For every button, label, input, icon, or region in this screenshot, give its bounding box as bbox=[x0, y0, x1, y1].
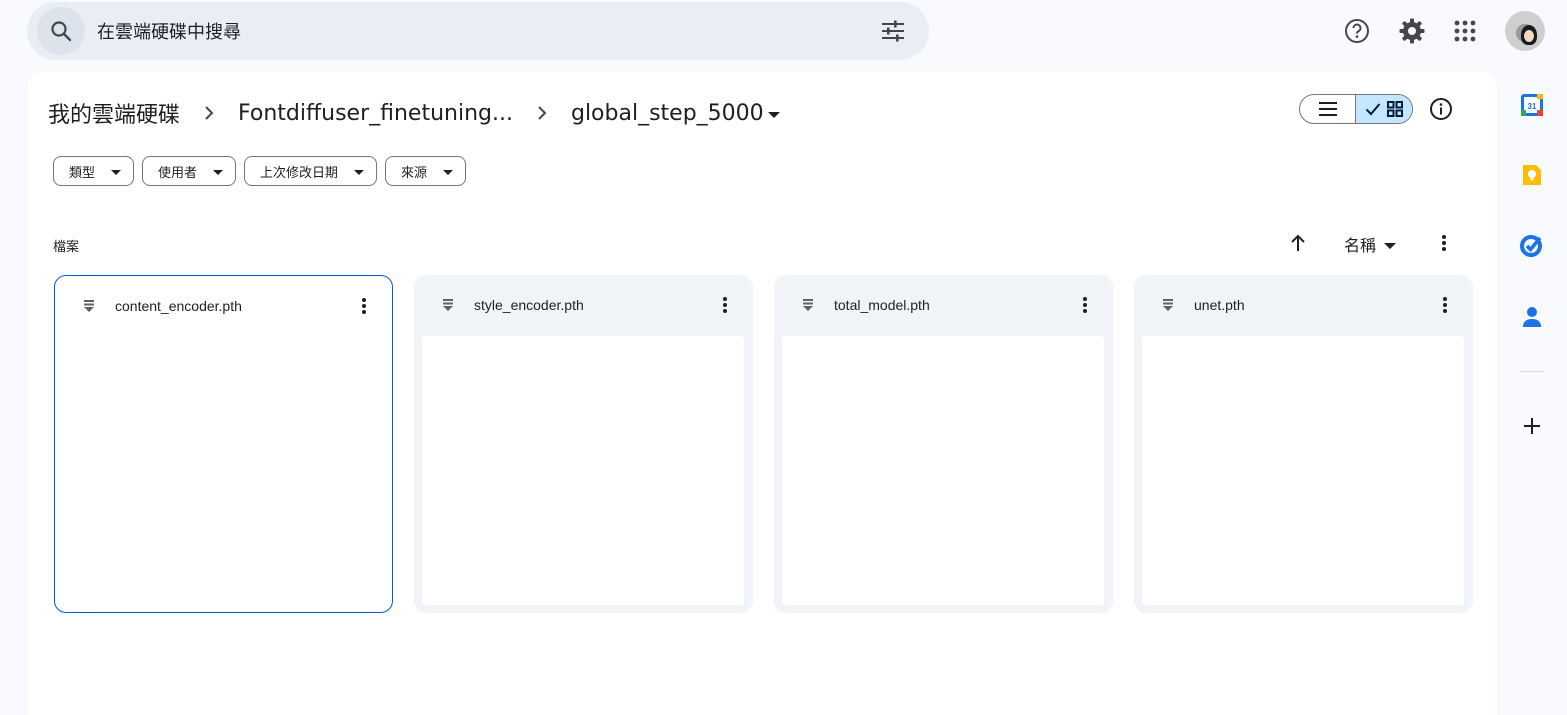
checkmark-icon bbox=[1365, 103, 1381, 116]
more-vert-icon bbox=[723, 297, 727, 313]
search-bar[interactable]: 在雲端硬碟中搜尋 bbox=[27, 2, 929, 60]
main-panel: 我的雲端硬碟 Fontdiffuser_finetuning... global… bbox=[28, 71, 1497, 715]
file-more-button[interactable] bbox=[713, 293, 737, 317]
caret-down-icon bbox=[443, 169, 454, 175]
chevron-right-icon bbox=[531, 102, 553, 124]
file-thumbnail bbox=[782, 336, 1104, 605]
add-app-button[interactable] bbox=[1518, 412, 1546, 440]
filter-people[interactable]: 使用者 bbox=[142, 156, 237, 186]
caret-down-icon bbox=[354, 169, 365, 175]
file-thumbnail bbox=[1142, 336, 1464, 605]
file-name: total_model.pth bbox=[834, 297, 930, 313]
apps-grid-icon bbox=[1454, 20, 1476, 42]
filter-modified[interactable]: 上次修改日期 bbox=[244, 156, 378, 186]
side-panel-divider bbox=[1519, 371, 1545, 372]
help-button[interactable] bbox=[1333, 7, 1381, 55]
search-input[interactable]: 在雲端硬碟中搜尋 bbox=[97, 18, 869, 44]
current-folder-name: global_step_5000 bbox=[570, 100, 764, 126]
settings-icon bbox=[1399, 18, 1425, 44]
contacts-icon bbox=[1523, 307, 1541, 327]
file-card-header: unet.pth bbox=[1134, 275, 1473, 335]
filter-type-label: 類型 bbox=[69, 165, 96, 181]
file-more-button[interactable] bbox=[1433, 293, 1457, 317]
keep-app-button[interactable] bbox=[1518, 161, 1546, 189]
list-view-button[interactable] bbox=[1300, 95, 1355, 123]
calendar-app-button[interactable]: 31 bbox=[1518, 91, 1546, 119]
breadcrumb-my-drive[interactable]: 我的雲端硬碟 bbox=[48, 93, 180, 133]
filter-people-label: 使用者 bbox=[158, 165, 198, 181]
caret-down-icon bbox=[111, 169, 122, 175]
settings-button[interactable] bbox=[1388, 7, 1436, 55]
caret-down-icon bbox=[213, 169, 224, 175]
file-more-button[interactable] bbox=[352, 294, 376, 318]
tune-icon bbox=[882, 20, 904, 42]
sort-by-button[interactable]: 名稱 bbox=[1344, 232, 1397, 256]
breadcrumb-current-folder[interactable]: global_step_5000 bbox=[571, 97, 780, 130]
sort-by-label: 名稱 bbox=[1344, 236, 1377, 255]
sort-direction-button[interactable] bbox=[1284, 229, 1312, 257]
calendar-icon: 31 bbox=[1521, 94, 1543, 116]
file-grid: content_encoder.pth style_encoder.pth to… bbox=[54, 275, 1473, 613]
details-button[interactable] bbox=[1426, 90, 1456, 128]
more-actions-button[interactable] bbox=[1430, 229, 1458, 257]
more-vert-icon bbox=[362, 298, 366, 314]
section-title-files: 檔案 bbox=[53, 240, 80, 255]
generic-file-icon bbox=[438, 295, 458, 315]
tasks-app-button[interactable] bbox=[1518, 231, 1546, 259]
search-icon bbox=[51, 21, 72, 42]
file-card-header: content_encoder.pth bbox=[55, 276, 392, 336]
file-card-header: style_encoder.pth bbox=[414, 275, 753, 335]
keep-icon bbox=[1523, 165, 1541, 185]
apps-button[interactable] bbox=[1441, 7, 1489, 55]
list-view-icon bbox=[1318, 102, 1337, 116]
filter-modified-label: 上次修改日期 bbox=[260, 165, 339, 181]
search-options-button[interactable] bbox=[869, 7, 917, 55]
arrow-up-icon bbox=[1291, 234, 1305, 251]
grid-view-button[interactable] bbox=[1355, 95, 1412, 123]
breadcrumb-parent-folder[interactable]: Fontdiffuser_finetuning... bbox=[238, 97, 513, 130]
file-card[interactable]: style_encoder.pth bbox=[414, 275, 753, 613]
generic-file-icon bbox=[798, 295, 818, 315]
search-button[interactable] bbox=[37, 7, 85, 55]
breadcrumb: 我的雲端硬碟 Fontdiffuser_finetuning... global… bbox=[48, 95, 780, 131]
grid-view-icon bbox=[1387, 101, 1403, 117]
file-card[interactable]: content_encoder.pth bbox=[54, 275, 393, 613]
generic-file-icon bbox=[1158, 295, 1178, 315]
file-card-header: total_model.pth bbox=[774, 275, 1113, 335]
file-more-button[interactable] bbox=[1073, 293, 1097, 317]
filter-source-label: 來源 bbox=[401, 165, 428, 181]
file-name: content_encoder.pth bbox=[115, 298, 242, 314]
more-vert-icon bbox=[1443, 297, 1447, 313]
file-card[interactable]: unet.pth bbox=[1134, 275, 1473, 613]
more-vert-icon bbox=[1083, 297, 1087, 313]
chevron-right-icon bbox=[198, 102, 220, 124]
file-name: unet.pth bbox=[1194, 297, 1245, 313]
help-icon bbox=[1345, 19, 1369, 43]
file-card[interactable]: total_model.pth bbox=[774, 275, 1113, 613]
contacts-app-button[interactable] bbox=[1518, 303, 1546, 331]
tasks-icon bbox=[1520, 235, 1542, 257]
caret-down-icon bbox=[767, 112, 780, 118]
file-thumbnail bbox=[62, 336, 384, 605]
more-vert-icon bbox=[1442, 235, 1446, 251]
generic-file-icon bbox=[79, 296, 99, 316]
caret-down-icon bbox=[1384, 243, 1397, 249]
file-thumbnail bbox=[422, 336, 744, 605]
file-name: style_encoder.pth bbox=[474, 297, 584, 313]
avatar-face bbox=[1524, 30, 1534, 42]
account-avatar[interactable] bbox=[1505, 11, 1545, 51]
filter-chips: 類型 使用者 上次修改日期 來源 bbox=[53, 156, 467, 186]
info-icon bbox=[1430, 98, 1452, 120]
plus-icon bbox=[1524, 418, 1540, 434]
filter-type[interactable]: 類型 bbox=[53, 156, 135, 186]
view-toggle bbox=[1299, 94, 1413, 124]
filter-source[interactable]: 來源 bbox=[385, 156, 467, 186]
calendar-day: 31 bbox=[1528, 102, 1537, 111]
